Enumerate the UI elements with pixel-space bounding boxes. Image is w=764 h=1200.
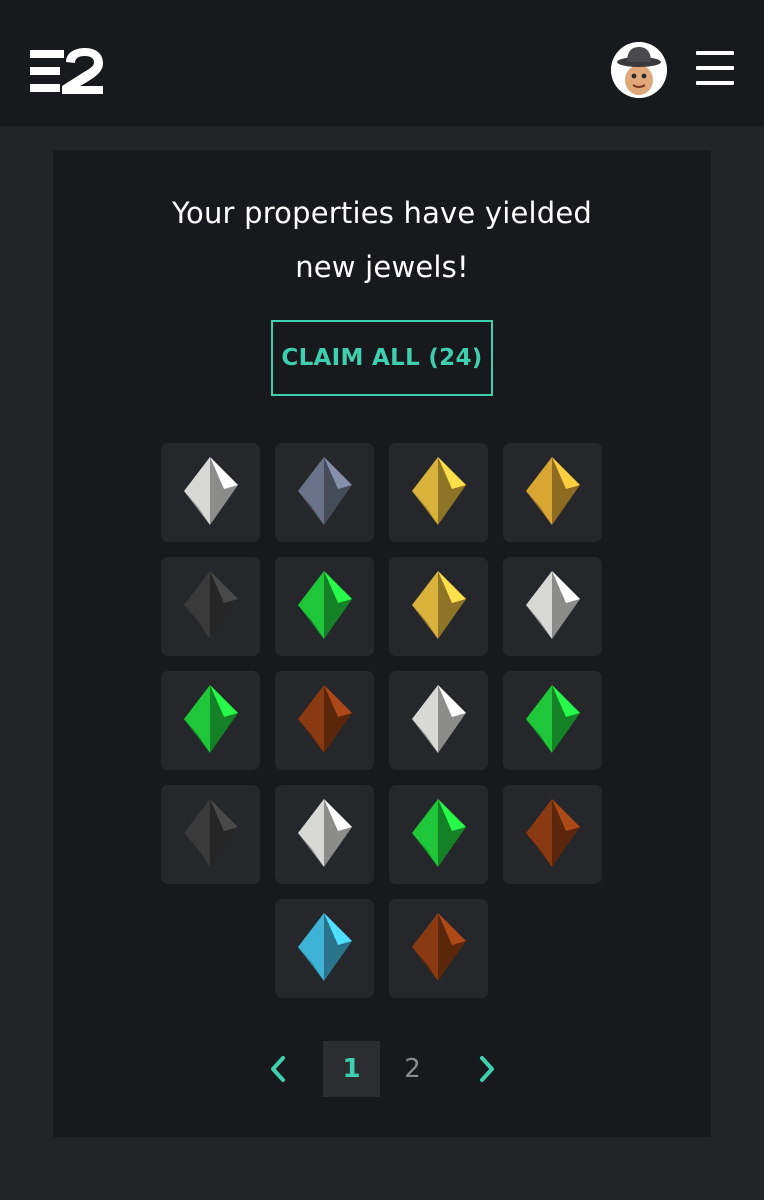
menu-button[interactable] bbox=[694, 51, 734, 87]
green-jewel-icon bbox=[298, 571, 352, 639]
amber-jewel-icon bbox=[298, 685, 352, 753]
jewel-tile[interactable] bbox=[161, 443, 260, 542]
black-jewel-icon bbox=[184, 571, 238, 639]
white-jewel-icon bbox=[184, 457, 238, 525]
amber-jewel-icon bbox=[526, 799, 580, 867]
jewel-tile[interactable] bbox=[503, 443, 602, 542]
jewels-panel bbox=[53, 150, 711, 1137]
green-jewel-icon bbox=[526, 685, 580, 753]
white-jewel-icon bbox=[298, 799, 352, 867]
jewel-tile[interactable] bbox=[275, 899, 374, 998]
jewel-tile[interactable] bbox=[161, 557, 260, 656]
cyan-jewel-icon bbox=[298, 913, 352, 981]
jewel-tile[interactable] bbox=[389, 785, 488, 884]
jewel-tile[interactable] bbox=[275, 785, 374, 884]
jewel-tile[interactable] bbox=[503, 671, 602, 770]
jewel-tile[interactable] bbox=[503, 785, 602, 884]
jewel-tile[interactable] bbox=[389, 899, 488, 998]
jewel-tile[interactable] bbox=[389, 671, 488, 770]
black-jewel-icon bbox=[184, 799, 238, 867]
jewel-tile[interactable] bbox=[275, 443, 374, 542]
gold-jewel-icon bbox=[526, 457, 580, 525]
jewel-tile[interactable] bbox=[275, 671, 374, 770]
white-jewel-icon bbox=[412, 685, 466, 753]
hamburger-line bbox=[696, 81, 734, 85]
page-1-button[interactable]: 1 bbox=[323, 1041, 380, 1097]
green-jewel-icon bbox=[184, 685, 238, 753]
jewel-tile[interactable] bbox=[389, 443, 488, 542]
page-2-button[interactable]: 2 bbox=[384, 1041, 441, 1097]
green-jewel-icon bbox=[412, 799, 466, 867]
e2-logo[interactable] bbox=[30, 48, 104, 94]
headline: Your properties have yielded new jewels! bbox=[171, 196, 593, 284]
jewel-tile[interactable] bbox=[275, 557, 374, 656]
user-avatar[interactable] bbox=[611, 42, 667, 98]
claim-all-button[interactable]: CLAIM ALL (24) bbox=[271, 320, 493, 396]
cowboy-avatar-icon bbox=[611, 42, 667, 98]
slate-jewel-icon bbox=[298, 457, 352, 525]
gold-jewel-icon bbox=[412, 571, 466, 639]
top-bar bbox=[0, 0, 764, 126]
gold-jewel-icon bbox=[412, 457, 466, 525]
jewel-tile[interactable] bbox=[161, 671, 260, 770]
white-jewel-icon bbox=[526, 571, 580, 639]
jewel-tile[interactable] bbox=[503, 557, 602, 656]
amber-jewel-icon bbox=[412, 913, 466, 981]
jewel-tile[interactable] bbox=[389, 557, 488, 656]
hamburger-line bbox=[696, 66, 734, 70]
hamburger-menu-icon bbox=[696, 51, 734, 55]
jewel-tile[interactable] bbox=[161, 785, 260, 884]
chevron-right-icon[interactable] bbox=[472, 1052, 502, 1086]
chevron-left-icon[interactable] bbox=[263, 1052, 293, 1086]
